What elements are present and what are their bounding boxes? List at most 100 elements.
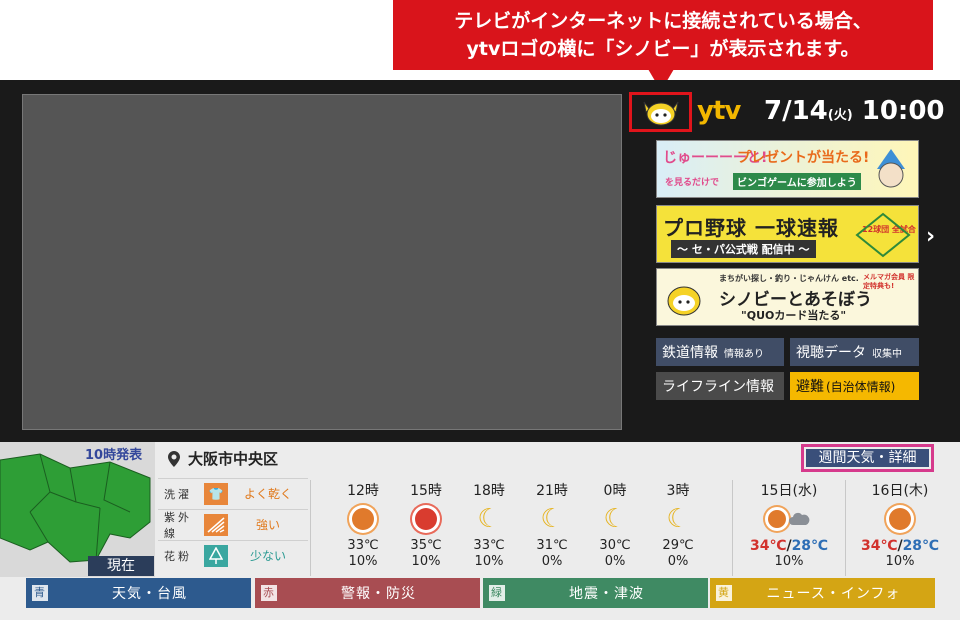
green-button-label: 地震・津波 [569,586,644,602]
hour-temp: 31℃ [536,538,568,553]
laundry-value: よく乾く [243,487,292,501]
hour-time: 12時 [347,483,379,499]
laundry-index: 洗濯 👕 よく乾く [158,478,308,508]
viewing-data-label: 視聴データ [796,345,866,361]
hour-time: 3時 [666,483,690,499]
banner-3-text-d: メルマガ会員 限定特典も! [863,273,915,290]
sun-icon [889,508,911,530]
hour-temp: 35℃ [410,538,442,553]
time: 10:00 [861,96,945,126]
red-button-alerts[interactable]: 赤 警報・防災 [255,578,480,608]
callout-line-2: ytvロゴの横に「シノビー」が表示されます。 [466,38,860,60]
hourly-forecast-12: 12時 33℃ 10% [332,480,394,570]
moon-icon: ☾ [540,504,564,534]
sun-icon [352,508,374,530]
red-button-label: 警報・防災 [341,586,416,602]
railway-info-status: 情報あり [724,348,764,360]
evacuation-button[interactable]: 避難 (自治体情報) [790,372,919,400]
daily-forecast-15: 15日(水) 34℃/28℃ 10% [734,480,844,570]
shinobee-banner-icon [667,286,701,316]
blue-button-weather[interactable]: 青 天気・台風 [26,578,251,608]
railway-info-button[interactable]: 鉄道情報 情報あり [656,338,784,366]
moon-icon: ☾ [666,504,690,534]
location-name: 大阪市中央区 [188,450,279,468]
date-time-display: 7/14(火) 10:00 [764,96,945,126]
day-pop: 10% [885,554,915,569]
banner-2-text-b: 〜 セ・パ公式戦 配信中 〜 [671,240,816,258]
sun-icon [415,508,437,530]
hour-pop: 0% [667,554,689,569]
red-key: 赤 [261,585,277,601]
hour-pop: 10% [411,554,441,569]
hourly-forecast-21: 21時 ☾ 31℃ 0% [521,480,583,570]
uv-icon [204,513,228,536]
hour-pop: 10% [474,554,504,569]
yellow-button-label: ニュース・インフォ [766,586,901,602]
sun-icon [768,510,786,528]
baseball-diamond-icon [855,212,911,258]
day-low: 28℃ [902,538,939,554]
day-low: 28℃ [791,538,828,554]
banner-3-text-a: まちがい探し・釣り・じゃんけん etc. [719,274,859,283]
daily-forecast-16: 16日(木) 34℃/28℃ 10% [845,480,955,570]
weekly-weather-detail-button[interactable]: 週間天気・詳細 [801,444,934,472]
callout-line-1: テレビがインターネットに接続されている場合、 [454,10,872,32]
day-of-week: (火) [827,108,853,123]
weekly-weather-label: 週間天気・詳細 [806,449,929,467]
hour-temp: 33℃ [473,538,505,553]
shinobee-mascot-highlight [629,92,692,132]
moon-icon: ☾ [603,504,627,534]
green-button-earthquake[interactable]: 緑 地震・津波 [483,578,708,608]
release-time: 10時発表 [85,448,143,463]
shirt-icon: 👕 [204,482,228,505]
hour-time: 0時 [603,483,627,499]
banner-pro-baseball[interactable]: プロ野球 一球速報 〜 セ・パ公式戦 配信中 〜 12球団 全試合 [656,205,919,263]
tree-icon [204,544,228,567]
lifeline-info-button[interactable]: ライフライン情報 [656,372,784,400]
pollen-index: 花粉 少ない [158,540,308,570]
yellow-button-news[interactable]: 黄 ニュース・インフォ [710,578,935,608]
map-pin-icon [168,450,180,467]
shinobee-mascot-icon [643,101,678,126]
mascot-icon [877,149,905,188]
ytv-logo: ytv [697,96,741,126]
hour-pop: 0% [541,554,563,569]
pollen-value: 少ない [249,549,286,563]
banner-3-text-c: "QUOカード当たる" [741,309,847,322]
banner-play-with-shinobee[interactable]: まちがい探し・釣り・じゃんけん etc. シノビーとあそぼう "QUOカード当た… [656,268,919,326]
hour-time: 21時 [536,483,568,499]
viewing-data-status: 収集中 [872,348,902,360]
hourly-forecast-3: 3時 ☾ 29℃ 0% [647,480,709,570]
day-high: 34℃ [750,538,787,554]
banner-2-text-a: プロ野球 一球速報 [663,212,839,241]
day-pop: 10% [774,554,804,569]
hourly-forecast-15: 15時 35℃ 10% [395,480,457,570]
hour-time: 15時 [410,483,442,499]
evacuation-sub: (自治体情報) [826,379,896,394]
day-date: 15日(水) [760,483,818,499]
lifeline-info-label: ライフライン情報 [662,379,774,395]
uv-label: 紫外線 [164,510,192,540]
uv-index: 紫外線 強い [158,509,308,540]
day-high: 34℃ [861,538,898,554]
banner-1-text-b: プレゼントが当たる! [737,150,870,166]
day-date: 16日(木) [871,483,929,499]
now-label: 現在 [88,556,154,576]
banner-1-text-c: ビンゴゲームに参加しよう [733,173,861,190]
banner-bingo-present[interactable]: じゅーーーーと! プレゼントが当たる! を見るだけで ビンゴゲームに参加しよう [656,140,919,198]
blue-key: 青 [32,585,48,601]
viewing-data-button[interactable]: 視聴データ 収集中 [790,338,919,366]
blue-button-label: 天気・台風 [112,586,187,602]
hour-pop: 0% [604,554,626,569]
hourly-forecast-18: 18時 ☾ 33℃ 10% [458,480,520,570]
moon-icon: ☾ [477,504,501,534]
uv-value: 強い [255,518,280,532]
pollen-label: 花粉 [164,549,192,563]
divider [732,480,733,576]
hour-temp: 29℃ [662,538,694,553]
hour-time: 18時 [473,483,505,499]
railway-info-label: 鉄道情報 [662,345,718,361]
hour-temp: 33℃ [347,538,379,553]
chevron-right-icon[interactable]: › [926,224,935,249]
date: 7/14 [764,96,828,126]
